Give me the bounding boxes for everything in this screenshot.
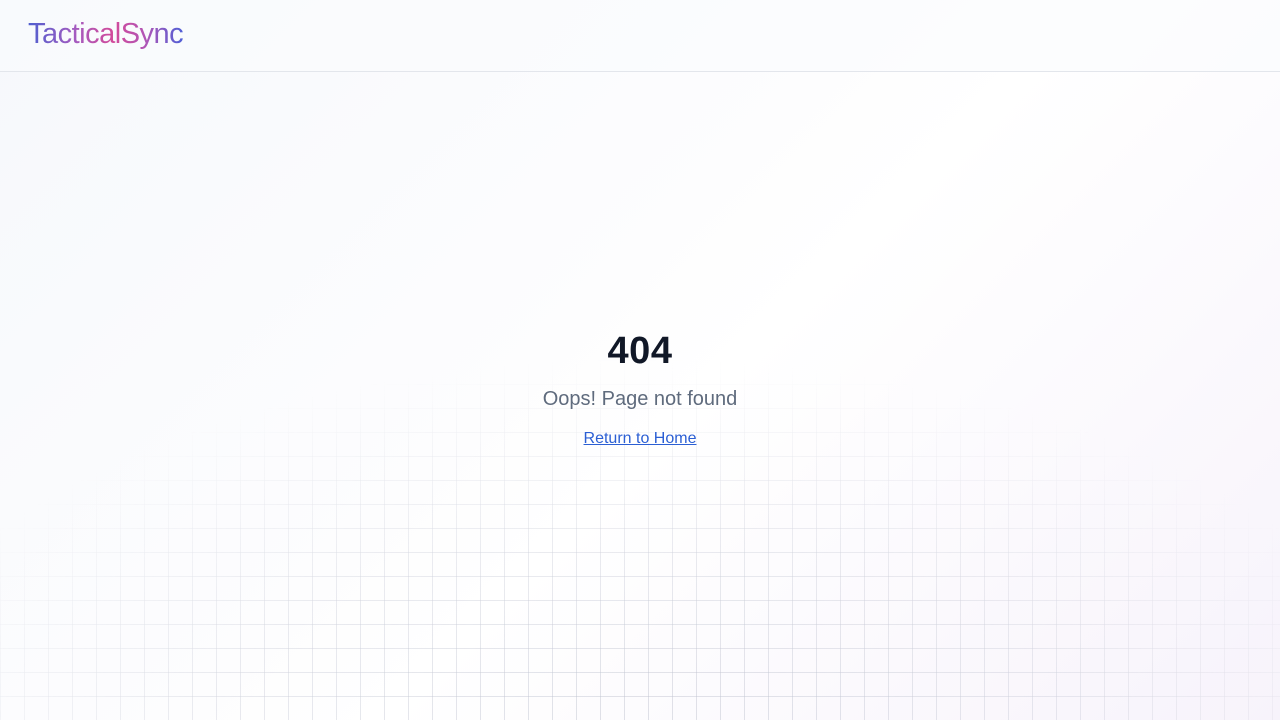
return-home-link[interactable]: Return to Home (584, 429, 697, 449)
top-header: TacticalSync (0, 0, 1280, 72)
error-message: Oops! Page not found (542, 388, 738, 410)
error-code: 404 (607, 330, 673, 372)
brand-logo[interactable]: TacticalSync (28, 20, 184, 49)
not-found-content: 404 Oops! Page not found Return to Home (0, 72, 1280, 720)
